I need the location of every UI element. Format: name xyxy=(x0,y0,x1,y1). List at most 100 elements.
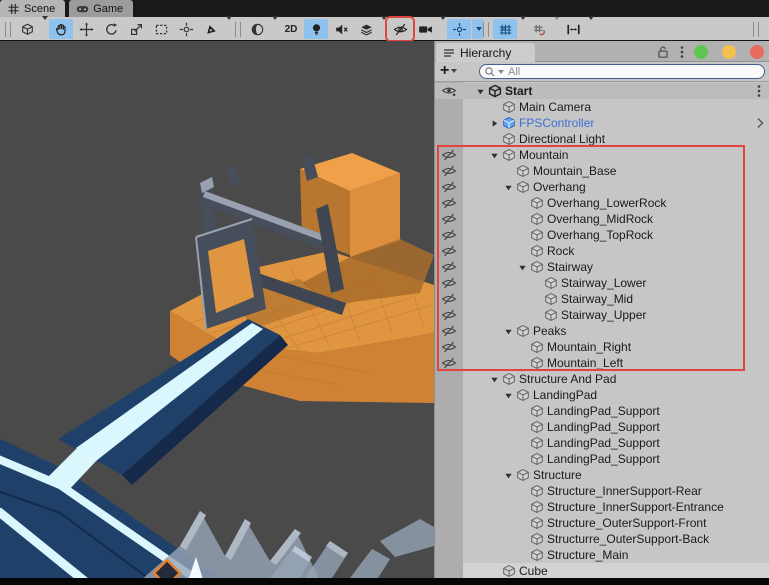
hierarchy-item-overhang-midrock[interactable]: Overhang_MidRock xyxy=(435,211,769,227)
toolbar-drag-handle[interactable] xyxy=(753,21,759,37)
hierarchy-item-fpscontroller[interactable]: FPSController xyxy=(435,115,769,131)
hierarchy-item-landingpad-support[interactable]: LandingPad_Support xyxy=(435,403,769,419)
gameobject-cube-icon xyxy=(515,387,531,403)
expander-open-icon[interactable] xyxy=(487,147,501,163)
tab-game[interactable]: Game xyxy=(69,0,134,17)
hierarchy-item-start[interactable]: Start xyxy=(435,83,769,99)
hidden-eye-slash-icon[interactable] xyxy=(435,147,463,163)
visibility-eye-icon[interactable] xyxy=(435,83,463,99)
hidden-objects-toggle-button[interactable] xyxy=(385,16,415,42)
expander-open-icon[interactable] xyxy=(473,83,487,99)
grid-visibility-dropdown-caret[interactable] xyxy=(518,16,526,38)
hierarchy-item-overhang[interactable]: Overhang xyxy=(435,179,769,195)
hidden-eye-slash-icon[interactable] xyxy=(435,291,463,307)
hierarchy-item-mountain[interactable]: Mountain xyxy=(435,147,769,163)
window-dot-yellow[interactable] xyxy=(722,44,736,59)
hierarchy-item-structurre-outersupport-back[interactable]: Structurre_OuterSupport-Back xyxy=(435,531,769,547)
hidden-eye-slash-icon[interactable] xyxy=(435,163,463,179)
hidden-eye-slash-icon[interactable] xyxy=(435,355,463,371)
transform-tool-button[interactable] xyxy=(174,19,198,39)
add-object-button[interactable]: + xyxy=(440,63,458,79)
hierarchy-item-structure-main[interactable]: Structure_Main xyxy=(435,547,769,563)
hidden-eye-slash-icon[interactable] xyxy=(435,339,463,355)
hierarchy-item-rock[interactable]: Rock xyxy=(435,243,769,259)
tab-scene[interactable]: Scene xyxy=(0,0,66,17)
hierarchy-item-mountain-right[interactable]: Mountain_Right xyxy=(435,339,769,355)
draw-mode-dropdown-caret[interactable] xyxy=(270,16,278,38)
hierarchy-item-overhang-toprock[interactable]: Overhang_TopRock xyxy=(435,227,769,243)
expander-open-icon[interactable] xyxy=(501,467,515,483)
move-tool-button[interactable] xyxy=(74,19,98,39)
hierarchy-item-main-camera[interactable]: Main Camera xyxy=(435,99,769,115)
grid-visibility-button[interactable] xyxy=(493,19,517,39)
expander-open-icon[interactable] xyxy=(515,259,529,275)
window-dot-red[interactable] xyxy=(750,44,764,59)
toolbar-drag-handle[interactable] xyxy=(235,21,241,37)
hierarchy-item-landingpad-support[interactable]: LandingPad_Support xyxy=(435,419,769,435)
window-dot-green[interactable] xyxy=(694,44,708,59)
hierarchy-item-structure-innersupport-entrance[interactable]: Structure_InnerSupport-Entrance xyxy=(435,499,769,515)
camera-toggle-dropdown-caret[interactable] xyxy=(438,16,446,38)
tool-handle-settings-dropdown-caret[interactable] xyxy=(40,16,48,38)
lock-icon[interactable] xyxy=(656,45,670,59)
hierarchy-item-structure-and-pad[interactable]: Structure And Pad xyxy=(435,371,769,387)
toolbar-drag-handle[interactable] xyxy=(5,21,11,37)
scale-tool-button[interactable] xyxy=(124,19,148,39)
hierarchy-item-landingpad-support[interactable]: LandingPad_Support xyxy=(435,451,769,467)
custom-tool-dropdown-caret[interactable] xyxy=(224,16,232,38)
hand-tool-button[interactable] xyxy=(49,19,73,39)
hierarchy-item-landingpad-support[interactable]: LandingPad_Support xyxy=(435,435,769,451)
expander-open-icon[interactable] xyxy=(501,323,515,339)
tool-handle-settings-button[interactable] xyxy=(15,19,39,39)
kebab-menu-icon[interactable] xyxy=(679,45,685,59)
rect-tool-button[interactable] xyxy=(149,19,173,39)
snap-move-button[interactable] xyxy=(561,19,585,39)
scene-viewport[interactable] xyxy=(0,41,434,578)
hierarchy-item-peaks[interactable]: Peaks xyxy=(435,323,769,339)
effects-toggle-dropdown-caret[interactable] xyxy=(379,16,387,38)
hierarchy-item-structure-innersupport-rear[interactable]: Structure_InnerSupport-Rear xyxy=(435,483,769,499)
hierarchy-item-structure-outersupport-front[interactable]: Structure_OuterSupport-Front xyxy=(435,515,769,531)
hierarchy-item-directional-light[interactable]: Directional Light xyxy=(435,131,769,147)
draw-mode-button[interactable] xyxy=(245,19,269,39)
expander-open-icon[interactable] xyxy=(501,179,515,195)
hierarchy-item-stairway-mid[interactable]: Stairway_Mid xyxy=(435,291,769,307)
hierarchy-item-structure[interactable]: Structure xyxy=(435,467,769,483)
tab-hierarchy[interactable]: Hierarchy xyxy=(436,43,535,62)
hidden-eye-slash-icon[interactable] xyxy=(435,259,463,275)
2d-toggle-button[interactable]: 2D xyxy=(279,19,303,39)
hierarchy-item-mountain-left[interactable]: Mountain_Left xyxy=(435,355,769,371)
hidden-eye-slash-icon[interactable] xyxy=(435,243,463,259)
rotate-tool-button[interactable] xyxy=(99,19,123,39)
expander-open-icon[interactable] xyxy=(501,387,515,403)
hierarchy-item-cube[interactable]: Cube xyxy=(435,563,769,578)
hidden-eye-slash-icon[interactable] xyxy=(435,307,463,323)
search-input[interactable] xyxy=(504,65,764,78)
hierarchy-item-stairway[interactable]: Stairway xyxy=(435,259,769,275)
hierarchy-item-overhang-lowerrock[interactable]: Overhang_LowerRock xyxy=(435,195,769,211)
hidden-eye-slash-icon[interactable] xyxy=(435,275,463,291)
expander-open-icon[interactable] xyxy=(487,371,501,387)
hierarchy-item-stairway-upper[interactable]: Stairway_Upper xyxy=(435,307,769,323)
prefab-open-chevron-icon[interactable] xyxy=(756,117,764,129)
expander-closed-icon[interactable] xyxy=(487,115,501,131)
audio-toggle-button[interactable] xyxy=(329,19,353,39)
hidden-eye-slash-icon[interactable] xyxy=(435,195,463,211)
toolbar-drag-handle[interactable] xyxy=(483,21,489,37)
hidden-eye-slash-icon[interactable] xyxy=(435,179,463,195)
gizmos-toggle-button[interactable] xyxy=(447,19,471,39)
hidden-eye-slash-icon[interactable] xyxy=(435,323,463,339)
hierarchy-item-landingpad[interactable]: LandingPad xyxy=(435,387,769,403)
snap-increment-dropdown-caret[interactable] xyxy=(552,16,560,38)
scene-kebab-menu-icon[interactable] xyxy=(757,84,761,98)
camera-toggle-button[interactable] xyxy=(413,19,437,39)
custom-tool-button[interactable] xyxy=(199,19,223,39)
snap-increment-button[interactable] xyxy=(527,19,551,39)
effects-toggle-button[interactable] xyxy=(354,19,378,39)
snap-move-dropdown-caret[interactable] xyxy=(586,16,594,38)
hierarchy-item-stairway-lower[interactable]: Stairway_Lower xyxy=(435,275,769,291)
lighting-toggle-button[interactable] xyxy=(304,19,328,39)
hidden-eye-slash-icon[interactable] xyxy=(435,227,463,243)
hidden-eye-slash-icon[interactable] xyxy=(435,211,463,227)
hierarchy-item-mountain-base[interactable]: Mountain_Base xyxy=(435,163,769,179)
